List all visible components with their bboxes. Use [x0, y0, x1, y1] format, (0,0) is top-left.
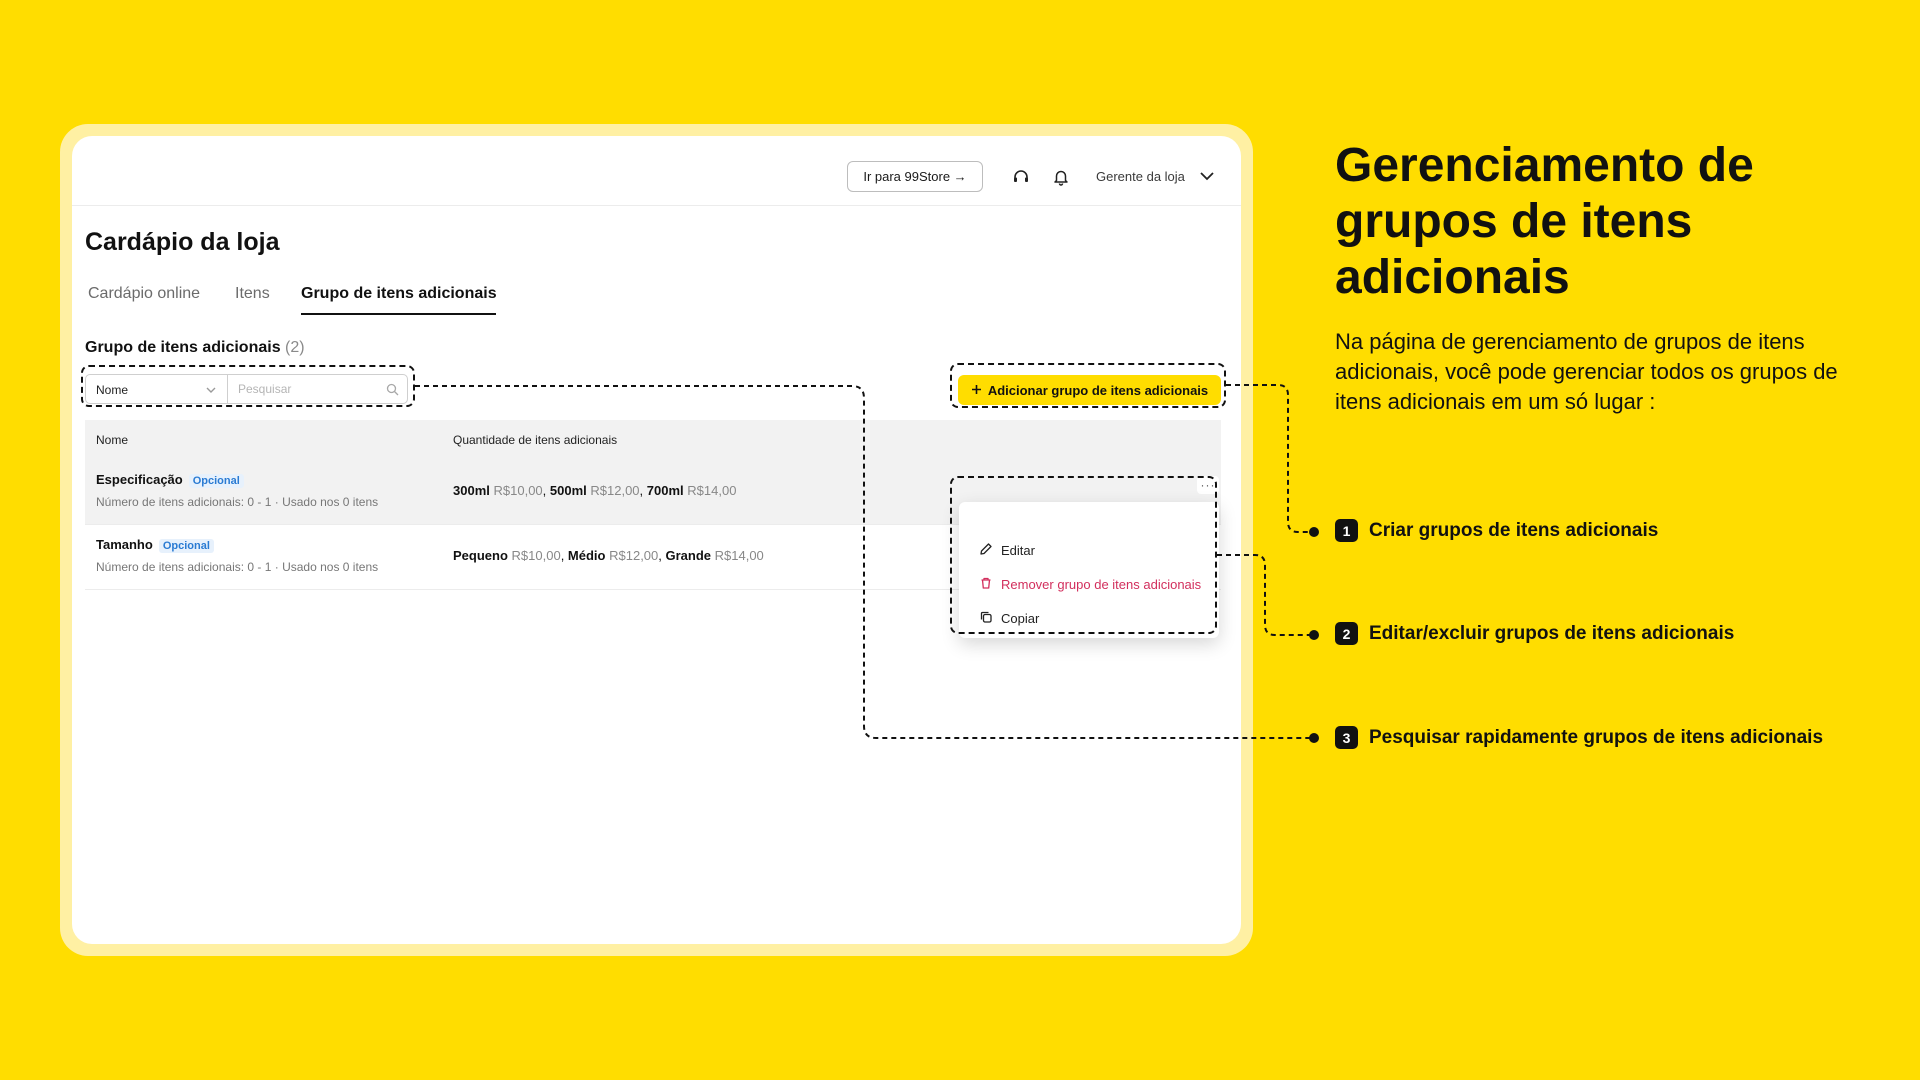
group-name: Tamanho Opcional — [96, 537, 214, 553]
column-header-quantity: Quantidade de itens adicionais — [453, 433, 618, 447]
explainer-intro: Na página de gerenciamento de grupos de … — [1335, 329, 1838, 414]
addon-item-name: 700ml — [646, 483, 684, 498]
callout-create: 1 Criar grupos de itens adicionais — [1335, 519, 1658, 542]
user-name[interactable]: Gerente da loja — [1096, 169, 1185, 184]
addon-item-price: R$12,00 — [590, 483, 640, 498]
highlight-search-box — [81, 365, 415, 407]
section-title-label: Grupo de itens adicionais — [85, 339, 281, 356]
group-name-label: Tamanho — [96, 537, 153, 552]
callout-text: Editar/excluir grupos de itens adicionai… — [1369, 622, 1735, 644]
addon-item-price: R$10,00 — [493, 483, 543, 498]
group-meta: Número de itens adicionais: 0 - 1 · Usad… — [96, 560, 379, 574]
headset-icon[interactable] — [1010, 166, 1032, 188]
chevron-down-icon[interactable] — [1197, 166, 1217, 186]
group-name-label: Especificação — [96, 472, 183, 487]
section-count: (2) — [285, 339, 305, 356]
callout-number: 3 — [1335, 726, 1358, 749]
addon-item-name: Médio — [567, 548, 606, 563]
addon-item-name: 500ml — [549, 483, 587, 498]
explainer-headline: Gerenciamento de grupos de itens adicion… — [1335, 139, 1754, 304]
addon-item-name: 300ml — [453, 483, 490, 498]
tab-cardapio-online[interactable]: Cardápio online — [88, 285, 200, 303]
addon-item-price: R$12,00 — [609, 548, 659, 563]
addon-item-price: R$14,00 — [714, 548, 764, 563]
optional-badge: Opcional — [188, 474, 244, 488]
callout-number: 1 — [1335, 519, 1358, 542]
table-header: Nome Quantidade de itens adicionais — [85, 420, 1221, 460]
addon-items-list: Pequeno R$10,00, Médio R$12,00, Grande R… — [453, 548, 764, 563]
page-title: Cardápio da loja — [85, 228, 280, 256]
go-to-99store-button[interactable]: Ir para 99Store → — [847, 161, 983, 192]
addon-item-price: R$10,00 — [511, 548, 561, 563]
callout-text: Pesquisar rapidamente grupos de itens ad… — [1369, 726, 1824, 748]
callout-number: 2 — [1335, 622, 1358, 645]
addon-item-name: Pequeno — [453, 548, 508, 563]
section-title: Grupo de itens adicionais (2) — [85, 339, 305, 357]
tab-grupo-de-itens-adicionais[interactable]: Grupo de itens adicionais — [301, 285, 497, 303]
addon-item-name: Grande — [665, 548, 712, 563]
callout-search: 3 Pesquisar rapidamente grupos de itens … — [1335, 726, 1823, 749]
bell-icon[interactable] — [1050, 166, 1072, 188]
optional-badge: Opcional — [158, 539, 214, 553]
highlight-menu-box — [950, 476, 1217, 634]
group-name: Especificação Opcional — [96, 472, 244, 488]
highlight-add-button-box — [950, 363, 1226, 408]
group-meta: Número de itens adicionais: 0 - 1 · Usad… — [96, 495, 379, 509]
addon-items-list: 300ml R$10,00, 500ml R$12,00, 700ml R$14… — [453, 483, 737, 498]
callout-edit-delete: 2 Editar/excluir grupos de itens adicion… — [1335, 622, 1734, 645]
active-tab-indicator — [301, 313, 496, 315]
addon-item-price: R$14,00 — [687, 483, 737, 498]
top-bar: Ir para 99Store → Gerente da loja — [72, 136, 1241, 206]
tab-itens[interactable]: Itens — [235, 285, 270, 303]
callout-text: Criar grupos de itens adicionais — [1369, 519, 1659, 541]
column-header-name: Nome — [96, 433, 129, 447]
